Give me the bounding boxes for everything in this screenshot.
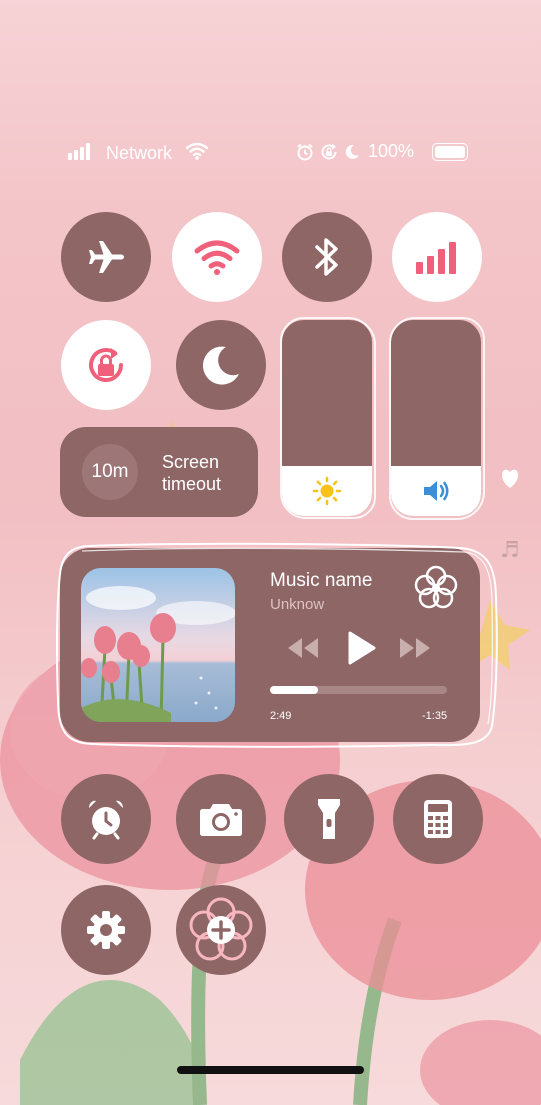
mobile-data-toggle[interactable] [392,212,482,302]
add-icon [189,897,253,961]
rotation-lock-icon [89,348,123,382]
bluetooth-toggle[interactable] [282,212,372,302]
alarm-clock-icon [89,800,123,840]
calculator-shortcut[interactable] [393,774,483,864]
camera-shortcut[interactable] [176,774,266,864]
wifi-icon [186,142,208,160]
wifi-icon [194,240,240,275]
settings-shortcut[interactable] [61,885,151,975]
music-player-sketch-border [55,542,498,748]
music-note-decoration: ♬ [500,538,520,563]
camera-icon [200,804,242,836]
brightness-level [282,466,372,516]
speaker-icon [424,481,449,501]
airplane-mode-toggle[interactable] [61,212,151,302]
moon-icon [202,346,239,385]
home-indicator[interactable] [177,1066,364,1074]
do-not-disturb-toggle[interactable] [176,320,266,410]
volume-slider[interactable] [391,320,481,516]
alarm-icon [297,143,313,160]
flashlight-icon [318,799,340,839]
status-bar: Network 100% [0,140,541,166]
moon-icon [345,144,359,159]
carrier-name: Network [106,143,173,163]
calculator-icon [424,800,452,838]
cellular-icon [416,242,456,274]
signal-icon [68,143,90,160]
screen-timeout-tile[interactable]: 10m Screen timeout [60,427,258,517]
wifi-toggle[interactable] [172,212,262,302]
rotation-lock-toggle[interactable] [61,320,151,410]
sun-icon [312,476,342,506]
flashlight-shortcut[interactable] [284,774,374,864]
brightness-slider[interactable] [282,320,372,516]
screen-timeout-label: Screen timeout [162,452,222,494]
screen-lock-icon [321,143,337,159]
heart-decoration [501,469,519,488]
settings-icon [87,911,125,949]
battery-percent: 100% [368,141,415,161]
volume-level [391,466,481,516]
airplane-icon [89,241,124,273]
battery-icon [432,142,469,161]
alarm-clock-shortcut[interactable] [61,774,151,864]
bluetooth-icon [315,238,338,276]
add-shortcut-button[interactable] [176,885,266,975]
screen-timeout-value: 10m [82,444,138,500]
